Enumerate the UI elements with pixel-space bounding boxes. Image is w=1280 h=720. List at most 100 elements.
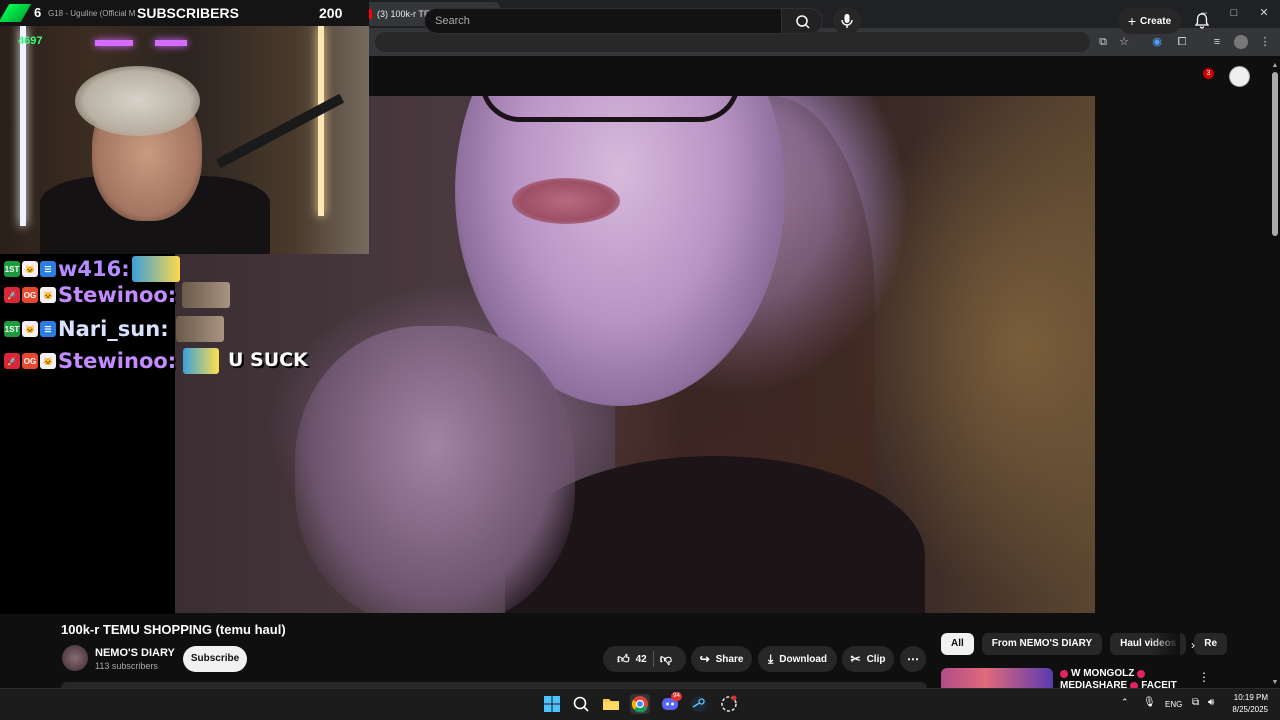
microphone-icon xyxy=(841,14,853,28)
search-button[interactable] xyxy=(781,8,823,34)
volume-icon[interactable]: 🔊︎ xyxy=(1208,697,1214,708)
download-icon: ⤓ xyxy=(767,651,774,666)
subscribers-count: 200 xyxy=(319,5,343,21)
now-playing-text: G18 - Uguilne (Official M xyxy=(48,9,136,18)
red-circle-icon xyxy=(1137,670,1146,678)
search-input[interactable]: Search xyxy=(424,8,782,34)
video-frame-hand xyxy=(295,326,575,613)
extension-audio-icon[interactable]: ◉ xyxy=(1150,35,1164,49)
share-label: Share xyxy=(715,653,744,665)
like-button[interactable]: 👍︎ 42 xyxy=(617,652,647,667)
discord-notification-badge: 94 xyxy=(671,692,682,701)
windows-start-icon[interactable] xyxy=(542,694,562,714)
scrollbar-thumb[interactable] xyxy=(1272,72,1278,236)
divider xyxy=(652,651,654,667)
recommended-menu-icon[interactable]: ⋮ xyxy=(1198,670,1210,684)
thumbs-up-icon: 👍︎ xyxy=(617,651,630,666)
pepe-emote-icon xyxy=(183,348,219,374)
clip-label: Clip xyxy=(866,653,886,665)
share-button[interactable]: ↪ Share xyxy=(691,646,752,672)
first-badge-icon: 1ST xyxy=(4,321,20,337)
language-indicator[interactable]: ENG xyxy=(1165,700,1182,709)
reco-title-line1: W MONGOLZ xyxy=(1071,668,1135,679)
notification-count-badge: 3 xyxy=(1203,68,1214,79)
recommended-video-thumbnail[interactable] xyxy=(941,668,1053,688)
video-title: 100k-r TEMU SHOPPING (temu haul) xyxy=(61,622,286,637)
capybara-emote-icon xyxy=(182,282,230,308)
create-button[interactable]: + Create xyxy=(1118,8,1181,34)
og-badge-icon: OG xyxy=(22,287,38,303)
bell-icon xyxy=(1194,13,1210,29)
install-app-icon[interactable]: ⧉ xyxy=(1096,35,1110,49)
channel-name[interactable]: NEMO'S DIARY xyxy=(95,647,175,659)
clip-button[interactable]: ✂ Clip xyxy=(842,646,894,672)
red-circle-icon xyxy=(1060,670,1068,678)
scissors-icon: ✂ xyxy=(850,652,861,666)
cat-badge-icon: 🐱 xyxy=(40,287,56,303)
list-badge-icon: ☰ xyxy=(40,261,56,277)
maximize-button[interactable]: □ xyxy=(1227,6,1241,20)
webcam-mic-arm xyxy=(215,93,345,169)
webcam-streamer-hair xyxy=(75,66,200,136)
chip-all[interactable]: All xyxy=(941,633,974,655)
share-arrow-icon: ↪ xyxy=(699,652,710,666)
clock-time[interactable]: 10:19 PM xyxy=(1230,693,1268,702)
streak-bar-icon xyxy=(0,4,32,22)
chat-message: 1ST 🐱 ☰ Nari_sun: xyxy=(4,314,169,344)
video-frame-glasses xyxy=(480,96,740,122)
clock-date[interactable]: 8/25/2025 xyxy=(1230,705,1268,714)
subscribe-button[interactable]: Subscribe xyxy=(183,646,247,672)
tray-microphone-icon[interactable]: 🎙︎ xyxy=(1143,697,1156,708)
cat-badge-icon: 🐱 xyxy=(22,261,38,277)
scroll-up-icon[interactable]: ▲ xyxy=(1271,62,1279,70)
webcam-lamp xyxy=(318,26,324,216)
more-actions-button[interactable]: ⋯ xyxy=(900,646,926,672)
chat-message: 🚀 OG 🐱 Stewinoo: xyxy=(4,346,176,376)
webcam-pink-light xyxy=(95,40,133,46)
more-dots-icon: ⋯ xyxy=(907,652,919,666)
like-dislike-group: 👍︎ 42 👎︎ xyxy=(603,646,686,672)
search-icon xyxy=(796,15,810,29)
webcam-counter: 4697 xyxy=(18,35,43,47)
streamer-webcam: 4697 xyxy=(0,26,369,254)
user-avatar[interactable] xyxy=(1229,66,1250,87)
chrome-icon[interactable] xyxy=(630,694,650,714)
chat-username: Stewinoo: xyxy=(58,283,177,307)
chevron-right-icon[interactable]: › xyxy=(1186,638,1200,652)
stream-overlay-bar: 6 G18 - Uguilne (Official M SUBSCRIBERS … xyxy=(0,0,369,26)
browser-menu-icon[interactable]: ⋮ xyxy=(1258,35,1272,49)
cat-badge-icon: 🐱 xyxy=(40,353,56,369)
subscriber-count: 113 subscribers xyxy=(95,661,158,671)
download-button[interactable]: ⤓ Download xyxy=(758,646,837,672)
channel-avatar[interactable] xyxy=(62,645,88,671)
notifications-button[interactable] xyxy=(1192,11,1212,31)
chip-from-channel[interactable]: From NEMO'S DIARY xyxy=(981,633,1103,655)
dislike-button[interactable]: 👎︎ xyxy=(660,652,672,667)
profile-avatar-icon[interactable] xyxy=(1234,35,1248,49)
download-label: Download xyxy=(779,653,828,665)
extensions-puzzle-icon[interactable]: ⧠ xyxy=(1175,35,1189,49)
scroll-down-icon[interactable]: ▼ xyxy=(1271,679,1279,687)
stream-chat: 1ST 🐱 ☰ w416: 🚀 OG 🐱 Stewinoo: 1ST 🐱 ☰ N… xyxy=(0,254,180,614)
taskbar-search-icon[interactable] xyxy=(571,694,591,714)
close-window-button[interactable]: ✕ xyxy=(1257,6,1271,20)
chat-username: Stewinoo: xyxy=(58,349,177,373)
app-clock-icon[interactable] xyxy=(719,694,739,714)
cat-badge-icon: 🐱 xyxy=(22,321,38,337)
video-frame-lips xyxy=(512,178,620,224)
tray-chevron-up-icon[interactable]: ⌃ xyxy=(1121,697,1129,708)
steam-icon[interactable] xyxy=(689,694,709,714)
subscribers-label: SUBSCRIBERS xyxy=(137,5,239,21)
file-explorer-icon[interactable] xyxy=(601,694,621,714)
create-label: Create xyxy=(1140,15,1172,27)
rocket-badge-icon: 🚀 xyxy=(4,353,20,369)
network-icon[interactable]: ⧉ xyxy=(1192,697,1199,708)
chat-message: 🚀 OG 🐱 Stewinoo: xyxy=(4,280,176,310)
voice-search-button[interactable] xyxy=(833,7,861,35)
minion-emote-icon xyxy=(131,256,180,282)
url-field[interactable] xyxy=(375,32,1090,52)
chat-message-text: U SUCK xyxy=(228,349,308,371)
like-count: 42 xyxy=(635,653,647,665)
media-control-icon[interactable]: ≡ xyxy=(1210,35,1224,49)
bookmark-star-icon[interactable]: ☆ xyxy=(1117,35,1131,49)
